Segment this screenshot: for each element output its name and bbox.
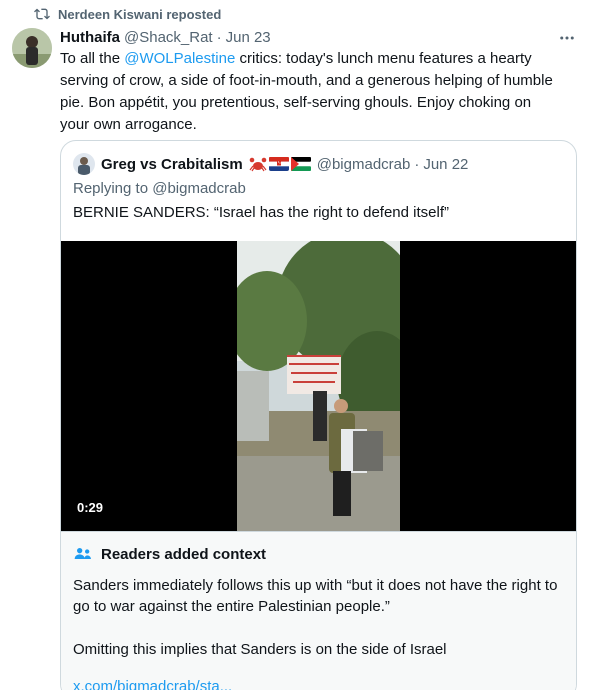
tweet-text-before: To all the bbox=[60, 50, 125, 67]
video-duration: 0:29 bbox=[77, 499, 104, 515]
quote-separator-dot: · bbox=[414, 155, 420, 173]
author-name[interactable]: Huthaifa bbox=[60, 29, 120, 46]
context-title: Readers added context bbox=[101, 545, 267, 563]
quoted-tweet[interactable]: Greg vs Crabitalism @bigmadcrab · Jun 22… bbox=[60, 140, 577, 690]
more-icon[interactable] bbox=[556, 30, 578, 46]
tweet-header: Huthaifa @Shack_Rat · Jun 23 bbox=[60, 27, 271, 47]
quote-text: BERNIE SANDERS: “Israel has the right to… bbox=[73, 204, 449, 221]
quote-header: Greg vs Crabitalism @bigmadcrab · Jun 22 bbox=[73, 153, 468, 175]
context-source-link[interactable]: x.com/bigmadcrab/sta... bbox=[73, 678, 232, 690]
quote-author-handle[interactable]: @bigmadcrab bbox=[317, 156, 411, 173]
video-thumbnail[interactable] bbox=[237, 241, 400, 531]
author-handle[interactable]: @Shack_Rat bbox=[124, 29, 213, 46]
repost-indicator: Nerdeen Kiswani reposted bbox=[34, 4, 221, 24]
repost-icon bbox=[34, 6, 50, 22]
quote-author-name[interactable]: Greg vs Crabitalism bbox=[101, 156, 243, 173]
crab-icon bbox=[249, 157, 267, 172]
tweet-date[interactable]: Jun 23 bbox=[226, 29, 271, 46]
video-player[interactable]: 0:29 bbox=[61, 241, 576, 531]
quote-avatar[interactable] bbox=[73, 153, 95, 175]
context-body-second: Omitting this implies that Sanders is on… bbox=[73, 641, 447, 658]
people-icon bbox=[73, 544, 93, 564]
tweet-text: To all the @WOLPalestine critics: today'… bbox=[60, 48, 560, 136]
quote-date[interactable]: Jun 22 bbox=[423, 156, 468, 173]
replying-to: Replying to @bigmadcrab bbox=[73, 180, 246, 197]
author-avatar[interactable] bbox=[12, 28, 52, 68]
readers-context: Readers added context Sanders immediatel… bbox=[61, 531, 576, 690]
palestine-flag-icon bbox=[290, 157, 311, 171]
replying-prefix: Replying to bbox=[73, 180, 153, 197]
replying-to-handle[interactable]: @bigmadcrab bbox=[152, 180, 246, 197]
context-body: Sanders immediately follows this up with… bbox=[73, 577, 558, 615]
quote-emoji-group bbox=[249, 156, 311, 172]
repost-label[interactable]: Nerdeen Kiswani reposted bbox=[58, 7, 221, 22]
mention-link[interactable]: @WOLPalestine bbox=[124, 50, 235, 67]
croatia-flag-icon bbox=[268, 157, 289, 171]
context-header: Readers added context bbox=[73, 544, 266, 564]
separator-dot: · bbox=[216, 28, 222, 46]
